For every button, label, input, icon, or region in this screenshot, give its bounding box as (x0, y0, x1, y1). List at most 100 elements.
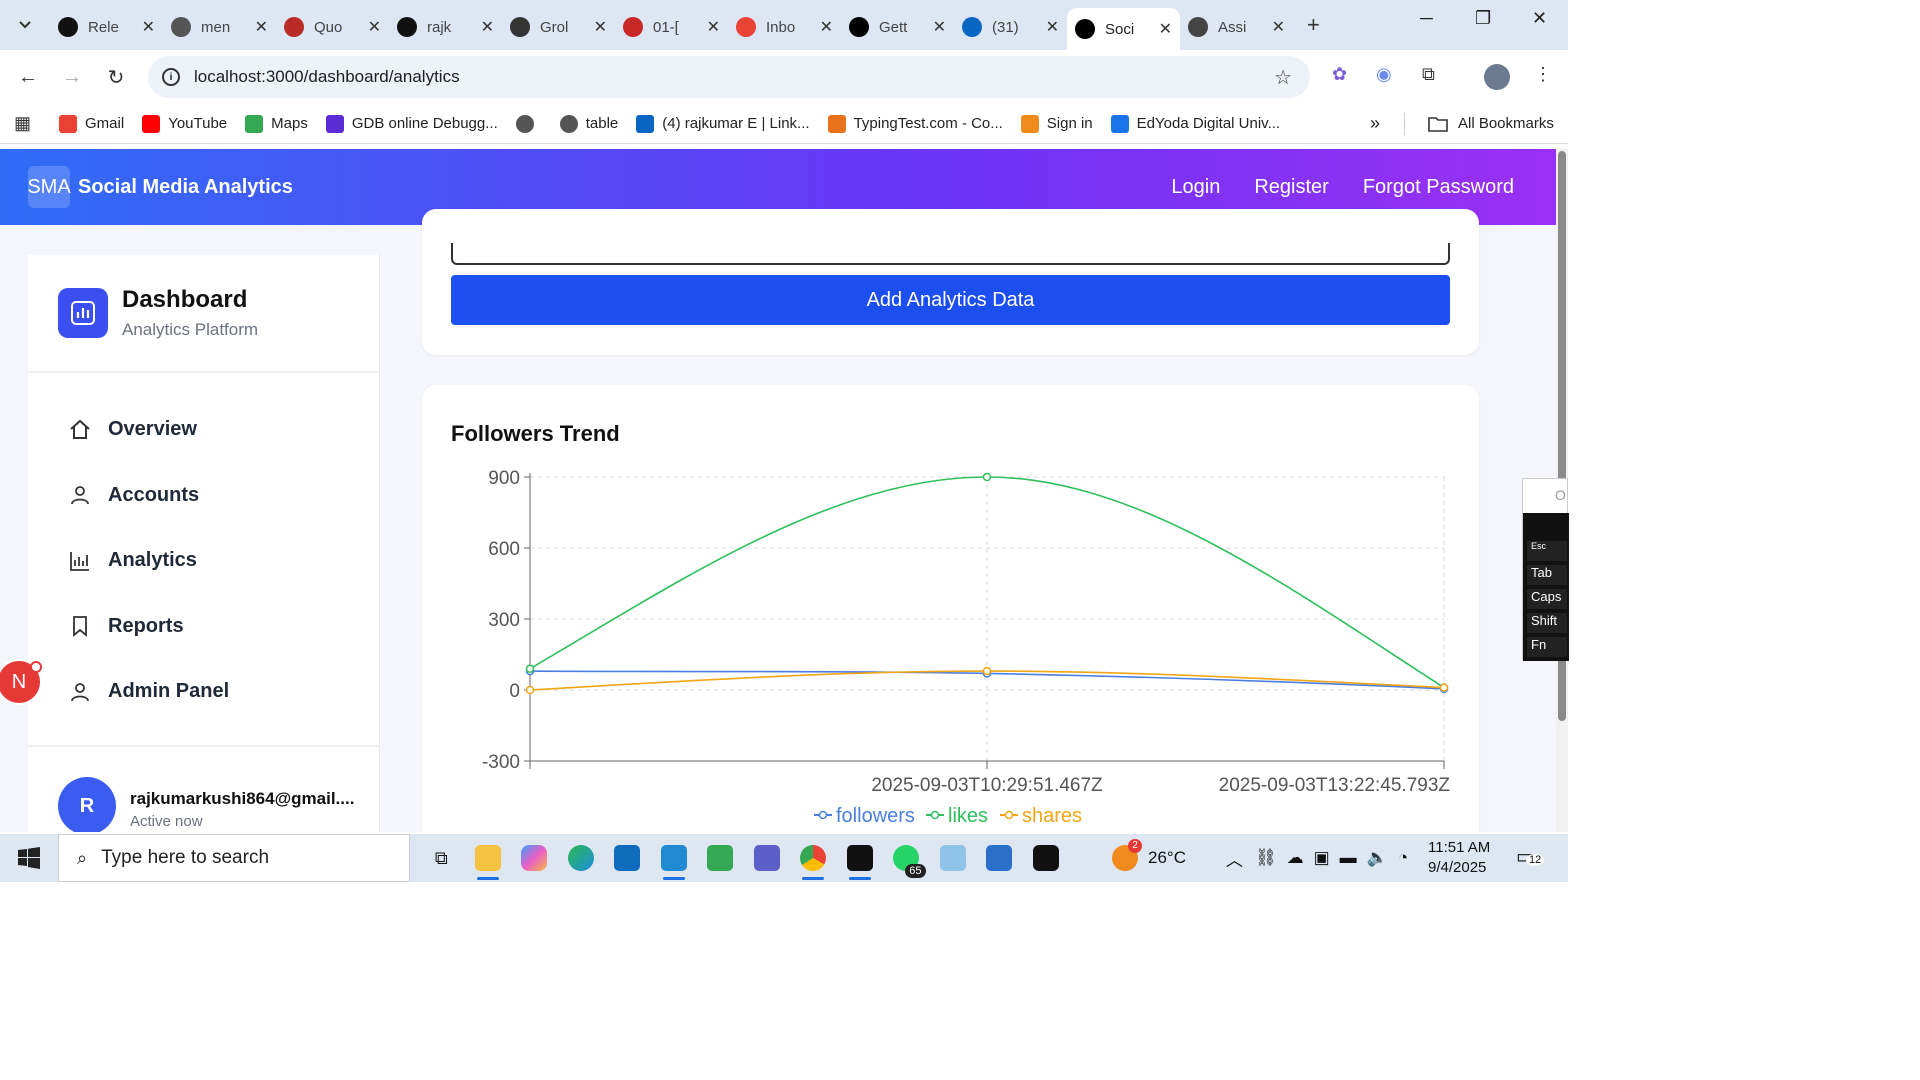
add-analytics-button[interactable]: Add Analytics Data (451, 275, 1450, 325)
chrome-icon[interactable] (790, 834, 837, 882)
tab-close-icon[interactable]: ✕ (1046, 17, 1059, 37)
teams-icon[interactable] (744, 834, 791, 882)
bookmark-label: Gmail (85, 115, 125, 132)
forgot-password-link[interactable]: Forgot Password (1363, 176, 1514, 199)
osk-key[interactable]: Esc (1527, 541, 1567, 561)
remote-desktop-icon[interactable] (976, 834, 1023, 882)
register-link[interactable]: Register (1254, 176, 1328, 199)
osk-key[interactable]: Caps (1527, 589, 1567, 609)
browser-tab[interactable]: Soci ✕ (1067, 8, 1180, 50)
terminal-icon[interactable] (837, 834, 884, 882)
sidebar-item-admin-panel[interactable]: Admin Panel (28, 659, 379, 725)
tab-close-icon[interactable]: ✕ (1159, 19, 1172, 39)
browser-tab[interactable]: Inbo ✕ (728, 10, 841, 44)
tab-close-icon[interactable]: ✕ (707, 17, 720, 37)
bookmark-item[interactable]: EdYoda Digital Univ... (1110, 114, 1280, 133)
browser-tab[interactable]: Gett ✕ (841, 10, 954, 44)
browser-tab[interactable]: (31) ✕ (954, 10, 1067, 44)
address-bar[interactable]: i localhost:3000/dashboard/analytics ☆ (148, 56, 1310, 98)
weather-temp[interactable]: 26°C (1148, 848, 1186, 868)
wifi-icon[interactable]: ◔ (1398, 848, 1408, 868)
sidebar-item-analytics[interactable]: Analytics (28, 528, 379, 594)
tab-close-icon[interactable]: ✕ (933, 17, 946, 37)
notepad-icon[interactable] (930, 834, 977, 882)
network-share-icon[interactable]: ⛓ (1255, 848, 1277, 868)
kebab-menu-icon[interactable]: ⋮ (1534, 64, 1552, 85)
tab-close-icon[interactable]: ✕ (481, 17, 494, 37)
minimize-button[interactable]: ─ (1420, 8, 1433, 29)
tab-close-icon[interactable]: ✕ (142, 17, 155, 37)
forward-button[interactable]: → (50, 66, 94, 89)
browser-tab[interactable]: rajk ✕ (389, 10, 502, 44)
battery-icon[interactable]: ▬ (1340, 848, 1357, 868)
sidebar-item-accounts[interactable]: Accounts (28, 463, 379, 529)
weather-icon[interactable]: 2 (1112, 839, 1142, 871)
tab-close-icon[interactable]: ✕ (820, 17, 833, 37)
extension-gear-icon[interactable]: ✿ (1332, 64, 1347, 85)
bookmark-star-icon[interactable]: ☆ (1274, 65, 1292, 90)
sidebar-item-label: Accounts (108, 483, 200, 506)
profile-avatar[interactable] (1484, 64, 1510, 90)
all-bookmarks-button[interactable]: All Bookmarks (1428, 115, 1554, 132)
site-info-icon[interactable]: i (162, 68, 180, 86)
tab-close-icon[interactable]: ✕ (1272, 17, 1285, 37)
edge-icon[interactable] (558, 834, 605, 882)
bookmark-item[interactable]: Maps (245, 114, 308, 133)
volume-icon[interactable]: 🔈 (1367, 848, 1388, 868)
copilot-icon[interactable] (511, 834, 558, 882)
form-input-field[interactable] (451, 243, 1450, 265)
bookmark-item[interactable]: GDB online Debugg... (325, 114, 498, 133)
browser-tab[interactable]: 01-[✕ (615, 10, 728, 44)
user-avatar[interactable]: R (58, 777, 116, 832)
outlook-icon[interactable] (604, 834, 651, 882)
extension-lens-icon[interactable]: ◉ (1376, 64, 1392, 85)
restore-button[interactable]: ❐ (1475, 8, 1491, 29)
app-logo[interactable]: SMA (27, 166, 71, 208)
bookmark-item[interactable]: TypingTest.com - Co... (827, 114, 1003, 133)
app-box-icon[interactable] (1023, 834, 1070, 882)
browser-tab[interactable]: Rele ✕ (50, 10, 163, 44)
start-button[interactable] (0, 847, 58, 869)
bookmark-item[interactable]: YouTube (142, 114, 227, 133)
bookmark-item[interactable] (515, 114, 542, 133)
login-link[interactable]: Login (1171, 176, 1220, 199)
browser-tab[interactable]: men ✕ (163, 10, 276, 44)
bookmark-item[interactable]: (4) rajkumar E | Link... (636, 114, 810, 133)
close-window-button[interactable]: ✕ (1532, 8, 1547, 29)
reload-button[interactable]: ↻ (94, 65, 138, 90)
url-text[interactable]: localhost:3000/dashboard/analytics (194, 67, 460, 87)
notification-center-icon[interactable]: ▭ 12 (1516, 844, 1545, 869)
browser-tab[interactable]: Quo ✕ (276, 10, 389, 44)
bookmark-item[interactable]: Gmail (59, 114, 125, 133)
more-bookmarks-button[interactable]: » (1370, 113, 1380, 134)
apps-grid-icon[interactable]: ▦ (14, 113, 31, 134)
bookmark-item[interactable]: Sign in (1020, 114, 1093, 133)
onedrive-icon[interactable]: ☁ (1287, 848, 1304, 868)
osk-key[interactable]: Tab (1527, 565, 1567, 585)
sidebar-item-reports[interactable]: Reports (28, 594, 379, 660)
tab-close-icon[interactable]: ✕ (255, 17, 268, 37)
taskbar-clock[interactable]: 11:51 AM 9/4/2025 (1428, 838, 1490, 878)
tab-close-icon[interactable]: ✕ (594, 17, 607, 37)
browser-tab[interactable]: Grol ✕ (502, 10, 615, 44)
tray-chevron-icon[interactable]: ︿ (1226, 846, 1243, 871)
vscode-icon[interactable] (651, 834, 698, 882)
file-explorer-icon[interactable] (465, 834, 512, 882)
browser-tab[interactable]: Assi ✕ (1180, 10, 1293, 44)
osk-key[interactable]: Shift (1527, 613, 1567, 633)
extensions-puzzle-icon[interactable]: ⧉ (1422, 64, 1435, 85)
app-title[interactable]: Social Media Analytics (78, 176, 293, 199)
windows-logo-icon (18, 847, 40, 869)
whatsapp-icon[interactable]: 65 (883, 834, 930, 882)
taskbar-search[interactable]: ⌕ Type here to search (58, 834, 410, 882)
tab-close-icon[interactable]: ✕ (368, 17, 381, 37)
tab-search-button[interactable] (8, 9, 42, 41)
back-button[interactable]: ← (6, 66, 50, 89)
osk-key[interactable]: Fn (1527, 637, 1567, 657)
meet-icon[interactable] (697, 834, 744, 882)
bookmark-item[interactable]: table (559, 114, 618, 133)
new-tab-button[interactable]: + (1307, 12, 1320, 38)
sidebar-item-overview[interactable]: Overview (28, 397, 379, 463)
task-view-icon[interactable]: ⧉ (418, 834, 465, 882)
device-icon[interactable]: ▣ (1314, 848, 1330, 868)
